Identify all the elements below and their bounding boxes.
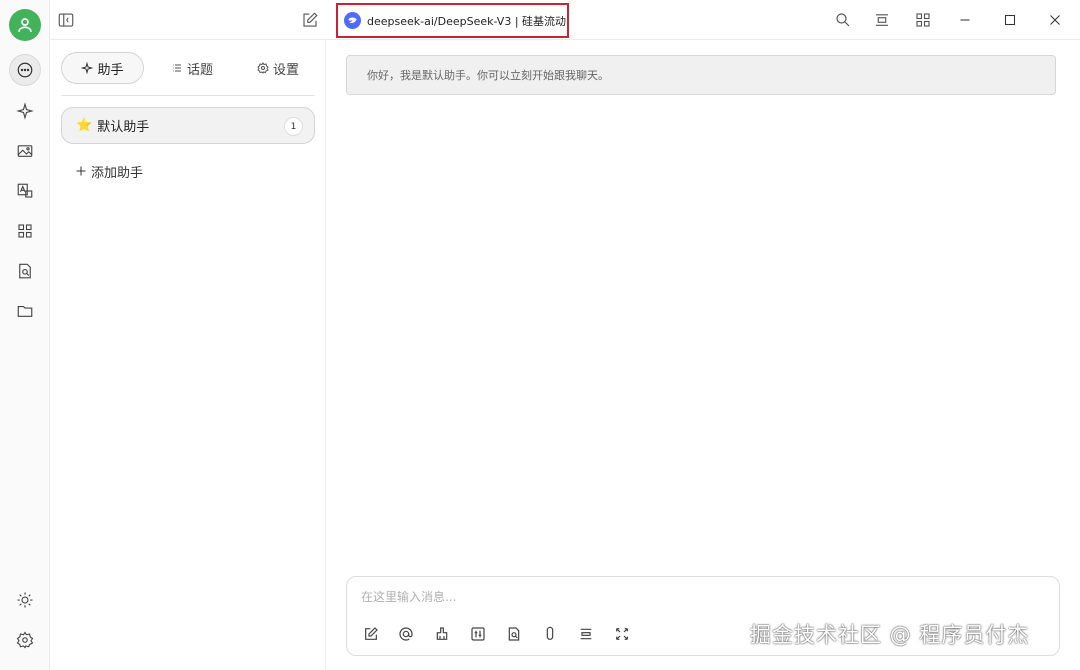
tab-settings[interactable]: 设置 xyxy=(243,52,313,84)
user-icon xyxy=(18,18,32,32)
expand-tool[interactable] xyxy=(613,625,631,643)
maximize-icon xyxy=(1004,14,1016,26)
tab-label: 助手 xyxy=(97,62,124,78)
layout-icon xyxy=(580,628,592,640)
image-icon xyxy=(17,145,33,157)
rail-image-button[interactable] xyxy=(9,135,41,167)
deepseek-logo-icon xyxy=(344,12,361,29)
translate-icon xyxy=(17,183,33,198)
grid-icon xyxy=(916,13,930,27)
add-assistant-label: 添加助手 xyxy=(91,165,144,181)
rail-apps-button[interactable] xyxy=(9,215,41,247)
parameters-tool[interactable] xyxy=(469,625,487,643)
assistants-panel: 助手 话题 设置 ⭐ 默认助手 1 添加助手 xyxy=(50,40,326,670)
minimize-icon xyxy=(960,19,970,21)
list-icon xyxy=(172,64,181,72)
expand-icon xyxy=(616,628,628,640)
folder-icon xyxy=(17,305,33,317)
assistant-item-default[interactable]: ⭐ 默认助手 1 xyxy=(61,107,315,144)
assistant-name: 默认助手 xyxy=(97,120,150,135)
sliders-icon xyxy=(471,627,485,641)
divider xyxy=(61,95,315,96)
broom-icon xyxy=(436,627,448,640)
settings-icon xyxy=(16,631,34,649)
tab-assistants[interactable]: 助手 xyxy=(61,52,144,84)
left-rail xyxy=(0,0,50,670)
knowledge-tool[interactable] xyxy=(505,625,523,643)
maximize-button[interactable] xyxy=(1000,10,1020,30)
star-icon: ⭐ xyxy=(76,118,93,133)
welcome-text: 你好，我是默认助手。你可以立刻开始跟我聊天。 xyxy=(367,69,609,82)
panel-tabs: 助手 话题 设置 xyxy=(61,52,315,84)
plus-icon xyxy=(76,166,86,176)
model-name: deepseek-ai/DeepSeek-V3 | 硅基流动 xyxy=(367,14,567,28)
sun-icon xyxy=(17,592,33,608)
tab-label: 话题 xyxy=(186,62,213,78)
layout-tool[interactable] xyxy=(577,625,595,643)
edit-icon xyxy=(365,627,378,640)
close-icon xyxy=(1050,15,1060,25)
search-icon xyxy=(836,13,850,27)
new-topic-button[interactable] xyxy=(300,10,320,30)
attachment-tool[interactable] xyxy=(541,625,559,643)
apps-grid-button[interactable] xyxy=(913,10,933,30)
topic-count-badge: 1 xyxy=(284,117,303,136)
close-button[interactable] xyxy=(1045,10,1065,30)
file-search-icon xyxy=(19,263,31,279)
rail-chat-button[interactable] xyxy=(9,54,41,86)
avatar[interactable] xyxy=(9,9,41,41)
rail-agents-button[interactable] xyxy=(9,95,41,127)
chat-icon xyxy=(17,62,33,78)
watermark: 掘金技术社区 @ 程序员付杰 xyxy=(750,623,1030,647)
top-bar: deepseek-ai/DeepSeek-V3 | 硅基流动 xyxy=(50,0,1080,40)
rail-theme-button[interactable] xyxy=(9,584,41,616)
welcome-message: 你好，我是默认助手。你可以立刻开始跟我聊天。 xyxy=(346,55,1056,95)
sidebar-collapse-icon xyxy=(58,13,74,27)
paperclip-icon xyxy=(546,626,554,640)
rail-settings-button[interactable] xyxy=(9,624,41,656)
edit-icon xyxy=(303,12,318,27)
gear-icon xyxy=(257,62,269,74)
file-search-icon xyxy=(508,627,520,641)
message-input[interactable] xyxy=(361,587,1041,607)
layout-icon xyxy=(876,14,888,26)
new-topic-tool[interactable] xyxy=(362,625,380,643)
rail-knowledge-button[interactable] xyxy=(9,255,41,287)
at-icon xyxy=(399,627,413,641)
apps-icon xyxy=(18,224,32,238)
sparkle-icon xyxy=(16,102,34,120)
toggle-sidebar-button[interactable] xyxy=(56,10,76,30)
search-button[interactable] xyxy=(833,10,853,30)
clean-tool[interactable] xyxy=(433,625,451,643)
mention-tool[interactable] xyxy=(397,625,415,643)
model-selector[interactable]: deepseek-ai/DeepSeek-V3 | 硅基流动 xyxy=(336,3,569,38)
tab-topics[interactable]: 话题 xyxy=(157,52,227,84)
tab-label: 设置 xyxy=(272,62,299,78)
layout-button[interactable] xyxy=(872,10,892,30)
rail-translate-button[interactable] xyxy=(9,175,41,207)
minimize-button[interactable] xyxy=(955,10,975,30)
add-assistant-button[interactable]: 添加助手 xyxy=(75,161,143,181)
rail-files-button[interactable] xyxy=(9,295,41,327)
sparkle-icon xyxy=(81,62,94,74)
